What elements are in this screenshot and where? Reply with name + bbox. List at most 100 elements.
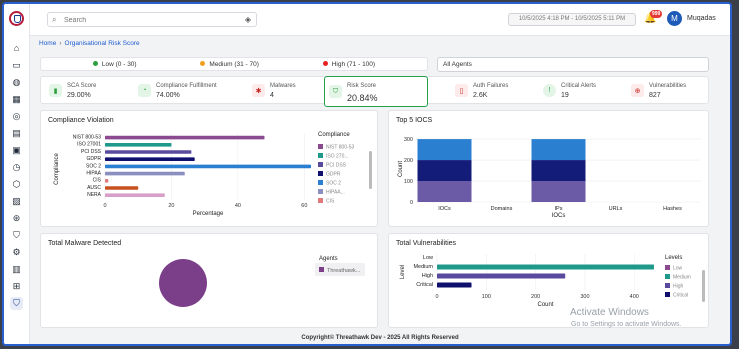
metric-value: 2.6K	[473, 92, 488, 99]
top-iocs-panel: Top 5 IOCS 0 100 200 300 IOCs Domains IPs URLs H…	[388, 110, 709, 227]
security-icon[interactable]: ⊛	[10, 212, 23, 225]
pie-slice	[159, 259, 207, 307]
y-tick-label: SOC 2	[86, 163, 101, 169]
topbar: ⌕ ◈ 10/5/2025 4:18 PM - 10/5/2025 5:11 P…	[30, 4, 730, 36]
x-tick-label: 200	[531, 294, 540, 300]
bar	[105, 171, 185, 176]
x-tick-label: 0	[435, 294, 438, 300]
y-tick-label: 100	[404, 179, 413, 185]
lock-icon: ▯	[455, 84, 468, 97]
home-icon[interactable]: ⌂	[10, 42, 23, 55]
x-tick-label: 40	[235, 203, 241, 209]
x-tick-label: 100	[482, 294, 491, 300]
x-axis-label: Count	[537, 302, 553, 308]
x-axis-label: Percentage	[193, 211, 224, 217]
legend-label: Low	[673, 266, 683, 272]
settings-icon[interactable]: ⚙	[10, 246, 23, 259]
legend-label: ISO 270...	[326, 154, 349, 160]
malware-chart: Agents Threathawk...	[159, 256, 365, 307]
metric-risk-score[interactable]: ⛉ Risk Score 20.84%	[324, 76, 428, 107]
risk-shield-icon[interactable]: ⛉	[10, 297, 23, 310]
bug-icon: ✱	[252, 84, 265, 97]
y-tick-label: ISO 27001	[77, 142, 101, 148]
y-tick-label: HIPAA	[86, 171, 101, 177]
radar-icon[interactable]: ◎	[10, 110, 23, 123]
calendar-check-icon[interactable]: ▣	[10, 144, 23, 157]
risk-legend: Low (0 - 30) Medium (31 - 70) High (71 -…	[40, 57, 428, 71]
metric-value: 29.00%	[67, 92, 91, 99]
legend-swatch	[318, 153, 323, 158]
activate-windows-subtext: Go to Settings to activate Windows.	[571, 321, 682, 328]
server-icon[interactable]: ▭	[10, 59, 23, 72]
y-axis-label: Count	[398, 161, 404, 177]
x-tick-label: URLs	[609, 206, 623, 212]
search-box[interactable]: ⌕ ◈	[47, 12, 257, 27]
malware-legend-swatch	[319, 267, 324, 272]
bar	[105, 135, 265, 140]
avatar[interactable]: M	[667, 11, 682, 26]
metric-malwares[interactable]: ✱ Malwares 4	[248, 78, 318, 104]
cube-icon[interactable]: ⬡	[10, 178, 23, 191]
y-tick-label: AUSC	[87, 185, 101, 191]
metric-auth-failures[interactable]: ▯ Auth Failures 2.6K	[451, 78, 531, 104]
document-icon[interactable]: ▤	[10, 127, 23, 140]
legend-scrollbar[interactable]	[702, 270, 705, 302]
malware-legend-label[interactable]: Threathawk...	[327, 268, 361, 274]
image-icon[interactable]: ▨	[10, 195, 23, 208]
bar	[105, 143, 172, 147]
metric-critical-alerts[interactable]: ! Critical Alerts 19	[539, 78, 619, 104]
iocs-chart: 0 100 200 300 IOCs Domains IPs URLs Hashes IOCs Co…	[398, 137, 701, 219]
metric-vulnerabilities[interactable]: ⊕ Vulnerabilities 827	[627, 78, 707, 104]
bar	[105, 164, 311, 169]
layers-icon[interactable]: ◈	[245, 15, 251, 24]
breadcrumb-current: Organisational Risk Score	[64, 40, 140, 47]
activate-windows-watermark: Activate Windows	[570, 307, 649, 318]
y-axis-label: Compliance	[54, 152, 60, 184]
legend-swatch	[318, 180, 323, 185]
clock-icon[interactable]: ◷	[10, 161, 23, 174]
malware-panel: Total Malware Detected Agents Threathawk…	[40, 233, 378, 328]
footer: Copyright© Threathawk Dev - 2025 All Rig…	[301, 335, 459, 341]
x-tick-label: Domains	[491, 206, 513, 212]
bar-chart-icon: ▮	[49, 84, 62, 97]
metric-label: Critical Alerts	[561, 83, 597, 89]
legend-label: CIS	[326, 199, 335, 205]
legend-label: Medium	[673, 275, 691, 281]
threathawk-logo[interactable]	[9, 11, 24, 26]
username[interactable]: Muqadas	[687, 15, 716, 22]
bar	[437, 273, 566, 279]
bar	[105, 150, 192, 154]
date-range-picker[interactable]: 10/5/2025 4:18 PM - 10/5/2025 5:11 PM	[508, 13, 636, 26]
search-input[interactable]	[64, 15, 234, 25]
bar	[437, 282, 472, 288]
legend-swatch	[318, 162, 323, 167]
grid-icon[interactable]: ▦	[10, 93, 23, 106]
metric-value: 4	[270, 92, 274, 99]
agent-select[interactable]: All Agents	[437, 57, 709, 72]
apps-icon[interactable]: ⊞	[10, 280, 23, 293]
y-tick-label: Low	[423, 255, 433, 261]
metric-value: 19	[561, 92, 569, 99]
compliance-legend-title: Compliance	[318, 132, 350, 138]
target-icon: ⊕	[631, 84, 644, 97]
legend-label: GDPR	[326, 172, 341, 178]
search-icon: ⌕	[52, 15, 57, 24]
metric-compliance-fulfillment[interactable]: ◔ Compliance Fulfillment 74.00%	[134, 78, 244, 104]
legend-swatch	[318, 198, 323, 203]
analytics-icon[interactable]: ▥	[10, 263, 23, 276]
breadcrumb-home[interactable]: Home	[39, 40, 56, 47]
metric-sca-score[interactable]: ▮ SCA Score 29.00%	[45, 78, 130, 104]
shield-check-icon[interactable]: ⛉	[10, 229, 23, 242]
legend-swatch	[665, 283, 670, 288]
legend-scrollbar[interactable]	[369, 151, 372, 189]
x-axis-label: IOCs	[552, 213, 566, 219]
vulnerabilities-panel: Total Vulnerabilities 0 100 200 300 400 Low Me…	[388, 233, 709, 328]
y-tick-label: PCI DSS	[81, 149, 102, 155]
vuln-legend-title: Levels	[665, 255, 682, 261]
malware-legend-title: Agents	[319, 256, 338, 262]
x-tick-label: 400	[630, 294, 639, 300]
y-tick-label: Critical	[416, 282, 433, 288]
legend-swatch	[665, 274, 670, 279]
globe-icon[interactable]: ◍	[10, 76, 23, 89]
x-tick-label: Hashes	[663, 206, 682, 212]
